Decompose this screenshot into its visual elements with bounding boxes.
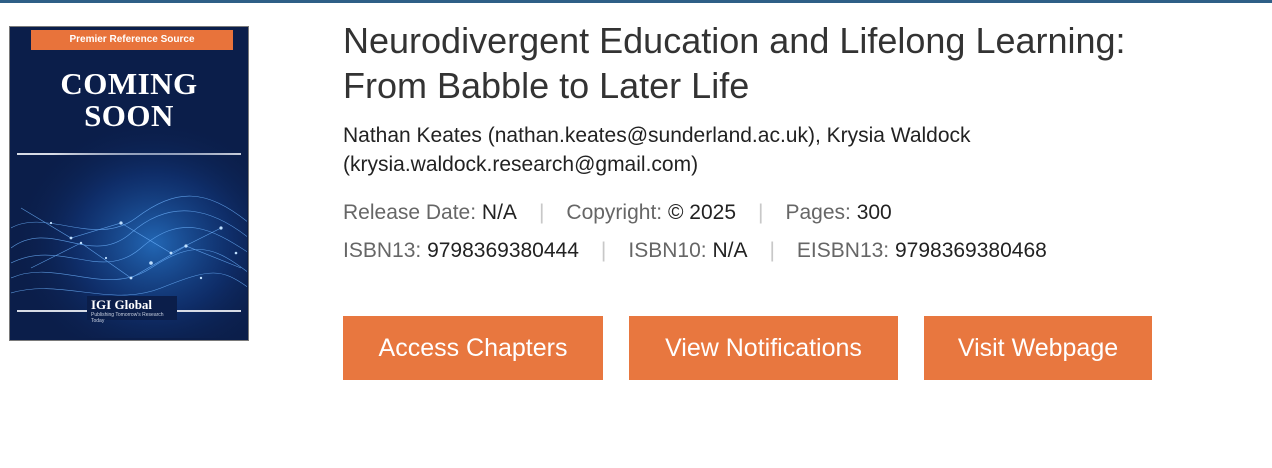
isbn10-value: N/A <box>712 239 748 262</box>
book-authors: Nathan Keates (nathan.keates@sunderland.… <box>343 121 1263 179</box>
cover-banner: Premier Reference Source <box>31 30 233 50</box>
book-info: Neurodivergent Education and Lifelong Le… <box>343 18 1263 263</box>
meta-separator: | <box>600 239 607 262</box>
cover-title: COMING SOON <box>11 68 247 132</box>
meta-separator: | <box>758 201 764 224</box>
isbn13-label: ISBN13: <box>343 239 422 262</box>
copyright-label: Copyright: <box>566 201 663 224</box>
meta-row-isbn: ISBN13: 9798369380444 | ISBN10: N/A | EISBN1… <box>343 238 1263 263</box>
pages-value: 300 <box>856 201 892 224</box>
copyright-value: © 2025 <box>667 201 736 224</box>
eisbn13-label: EISBN13: <box>796 239 890 262</box>
isbn10-label: ISBN10: <box>628 239 707 262</box>
top-rule <box>0 0 1272 3</box>
book-cover-image[interactable]: Premier Reference Source COMING SOON IGI… <box>9 26 249 341</box>
meta-row-release: Release Date: N/A | Copyright: © 2025 | Page… <box>343 200 1263 225</box>
publisher-logo: IGI Global Publishing Tomorrow's Researc… <box>87 296 177 324</box>
release-date-value: N/A <box>481 201 517 224</box>
view-notifications-button[interactable]: View Notifications <box>629 316 898 380</box>
authors-line1: Nathan Keates (nathan.keates@sunderland.… <box>343 124 971 147</box>
book-title-line2: From Babble to Later Life <box>343 65 750 106</box>
cover-inner: Premier Reference Source COMING SOON IGI… <box>11 28 247 339</box>
publisher-tagline: Publishing Tomorrow's Research Today <box>91 312 164 324</box>
eisbn13-value: 9798369380468 <box>894 239 1047 262</box>
pages-label: Pages: <box>785 201 851 224</box>
authors-line2: (krysia.waldock.research@gmail.com) <box>343 153 699 176</box>
isbn13-value: 9798369380444 <box>427 239 579 262</box>
book-title: Neurodivergent Education and Lifelong Le… <box>343 18 1263 108</box>
release-date-label: Release Date: <box>343 201 477 224</box>
cover-title-line1: COMING <box>60 66 198 101</box>
meta-separator: | <box>538 201 545 224</box>
publisher-name: IGI Global <box>91 297 153 312</box>
visit-webpage-button[interactable]: Visit Webpage <box>924 316 1152 380</box>
book-title-line1: Neurodivergent Education and Lifelong Le… <box>343 20 1126 61</box>
access-chapters-button[interactable]: Access Chapters <box>343 316 603 380</box>
meta-separator: | <box>769 239 775 262</box>
